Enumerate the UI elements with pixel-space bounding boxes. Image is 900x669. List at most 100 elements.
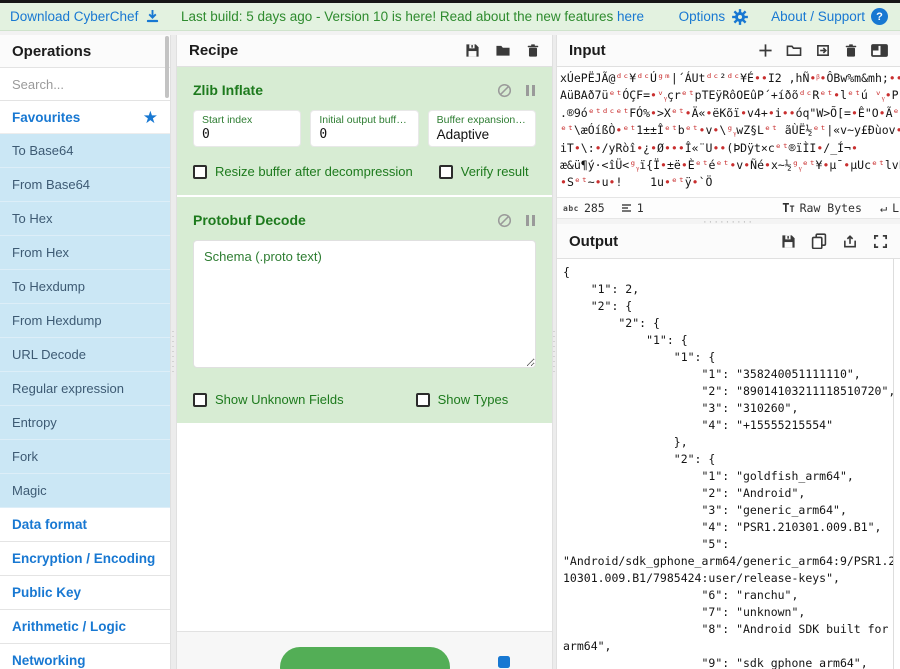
- clear-recipe-trash-icon[interactable]: [526, 43, 540, 58]
- open-folder-as-input-icon[interactable]: [815, 43, 831, 58]
- gear-icon[interactable]: [731, 8, 749, 26]
- schema-textarea[interactable]: [193, 240, 536, 368]
- char-count: 285: [584, 201, 605, 215]
- checkbox-resize-buffer[interactable]: Resize buffer after decompression: [193, 164, 413, 179]
- operation-item-from-hexdump[interactable]: From Hexdump: [0, 304, 170, 338]
- operation-item-to-hexdump[interactable]: To Hexdump: [0, 270, 170, 304]
- output-panel-header: Output: [557, 224, 900, 259]
- build-notice: Last build: 5 days ago - Version 10 is h…: [160, 9, 664, 24]
- line-count-icon: [621, 203, 632, 213]
- operation-item-magic[interactable]: Magic: [0, 474, 170, 508]
- character-encoding-value[interactable]: Raw Bytes: [800, 201, 862, 215]
- bake-button[interactable]: [280, 647, 450, 669]
- maximize-output-icon[interactable]: [873, 234, 888, 249]
- arg-label: Buffer expansion t...: [437, 114, 527, 126]
- output-title: Output: [569, 233, 781, 250]
- operation-item-to-hex[interactable]: To Hex: [0, 202, 170, 236]
- operation-item-entropy[interactable]: Entropy: [0, 406, 170, 440]
- operation-item-to-base64[interactable]: To Base64: [0, 134, 170, 168]
- about-support-link[interactable]: About / Support: [771, 9, 865, 24]
- arg-value[interactable]: 0: [319, 127, 409, 142]
- character-encoding-icon[interactable]: TT: [782, 201, 794, 215]
- arg-initial-output-buffer[interactable]: Initial output buffer... 0: [310, 110, 418, 147]
- operations-recipe-splitter[interactable]: ·········: [170, 35, 177, 669]
- checkbox-box[interactable]: [416, 393, 430, 407]
- arg-value[interactable]: Adaptive: [437, 127, 527, 142]
- disable-op-icon[interactable]: [497, 83, 512, 98]
- copy-output-icon[interactable]: [811, 233, 827, 249]
- input-line: æ&ü¶ý·<îÜ<ᵍᵧï{Ï•±ë•Èᵉᵗéᵉᵗ•v•Ñé•x~½ᵍᵧᵉᵗ¥•…: [560, 157, 900, 174]
- output-area[interactable]: { "1": 2, "2": { "2": { "1": { "1": { "1…: [557, 259, 900, 669]
- checkbox-verify-result[interactable]: Verify result: [439, 164, 529, 179]
- recipe-title: Recipe: [189, 42, 465, 59]
- category-encryption-encoding[interactable]: Encryption / Encoding: [0, 542, 170, 576]
- auto-bake-checkbox[interactable]: [498, 656, 510, 668]
- input-line: •Sᵉᵗ~•u•! 1u•ᵉᵗÿ•`Ö: [560, 174, 900, 191]
- line-count: 1: [637, 201, 644, 215]
- load-recipe-folder-icon[interactable]: [495, 43, 511, 58]
- favourites-header[interactable]: Favourites ★: [0, 101, 170, 134]
- checkbox-box[interactable]: [439, 165, 453, 179]
- input-editor[interactable]: xÚePËJÃ@ᵈᶜ¥ᵈᶜÚᵍᵐ|´ÁUtᵈᶜ²ᵈᶜ¥É••I2 ‚hÑ•ᵝ•Ô…: [557, 67, 900, 197]
- char-count-icon: abc: [563, 204, 579, 213]
- build-notice-text: Last build: 5 days ago - Version 10 is h…: [181, 9, 613, 24]
- eol-icon[interactable]: ↵: [880, 201, 887, 215]
- star-icon[interactable]: ★: [143, 109, 158, 126]
- search-input[interactable]: [0, 77, 170, 92]
- save-output-icon[interactable]: [781, 234, 796, 249]
- save-recipe-icon[interactable]: [465, 43, 480, 58]
- category-public-key[interactable]: Public Key: [0, 576, 170, 610]
- input-line: ᵉᵗ\æÓíßÒ•ᵉᵗ1±±Îᵉᵗbᵉᵗ•v•\ᵍᵧwZ§Lᵉᵗ ãÙË½ᵉᵗ|…: [560, 122, 900, 139]
- checkbox-box[interactable]: [193, 165, 207, 179]
- operation-item-from-base64[interactable]: From Base64: [0, 168, 170, 202]
- breakpoint-pause-icon[interactable]: [525, 214, 536, 227]
- input-title: Input: [569, 42, 758, 59]
- download-cyberchef-link[interactable]: Download CyberChef: [10, 9, 138, 24]
- output-scrollbar[interactable]: [893, 259, 900, 669]
- operations-panel: Operations Favourites ★ To Base64 From B…: [0, 35, 170, 669]
- open-file-folder-icon[interactable]: [786, 43, 802, 58]
- operation-item-fork[interactable]: Fork: [0, 440, 170, 474]
- category-arithmetic-logic[interactable]: Arithmetic / Logic: [0, 610, 170, 644]
- checkbox-show-unknown-fields[interactable]: Show Unknown Fields: [193, 392, 344, 407]
- checkbox-label: Show Types: [438, 392, 509, 407]
- checkbox-box[interactable]: [193, 393, 207, 407]
- op-title-zlib-inflate: Zlib Inflate: [193, 82, 497, 98]
- input-line: .®9óᵉᵗᵈᶜᵉᵗFÓ%•>Xᵉᵗ•Ä«•ëKõï•v4+•i••óq"W>Õ…: [560, 105, 900, 122]
- recipe-empty-area: [177, 425, 552, 631]
- sidebar-scrollbar[interactable]: [165, 36, 169, 98]
- input-line: xÚePËJÃ@ᵈᶜ¥ᵈᶜÚᵍᵐ|´ÁUtᵈᶜ²ᵈᶜ¥É••I2 ‚hÑ•ᵝ•Ô…: [560, 70, 900, 87]
- help-icon[interactable]: ?: [871, 8, 888, 25]
- operation-item-url-decode[interactable]: URL Decode: [0, 338, 170, 372]
- favourites-label: Favourites: [12, 110, 143, 125]
- input-panel-header: Input: [557, 35, 900, 67]
- options-link[interactable]: Options: [679, 9, 726, 24]
- checkbox-label: Verify result: [461, 164, 529, 179]
- arg-value[interactable]: 0: [202, 127, 292, 142]
- splitter-dots: ·········: [169, 330, 179, 375]
- input-layout-icon[interactable]: [871, 43, 888, 58]
- checkbox-label: Show Unknown Fields: [215, 392, 344, 407]
- recipe-panel: Recipe Zlib Inflate: [177, 35, 552, 669]
- clear-io-trash-icon[interactable]: [844, 43, 858, 58]
- breakpoint-pause-icon[interactable]: [525, 84, 536, 97]
- input-status-bar: abc 285 1 TT Raw Bytes ↵ LF: [557, 197, 900, 218]
- replace-input-with-output-icon[interactable]: [842, 234, 858, 249]
- add-input-tab-icon[interactable]: [758, 43, 773, 58]
- download-icon[interactable]: [145, 9, 160, 24]
- checkbox-show-types[interactable]: Show Types: [416, 392, 509, 407]
- arg-buffer-expansion-select[interactable]: Buffer expansion t... Adaptive: [428, 110, 536, 147]
- category-networking[interactable]: Networking: [0, 644, 170, 669]
- operation-item-regular-expression[interactable]: Regular expression: [0, 372, 170, 406]
- disable-op-icon[interactable]: [497, 213, 512, 228]
- operation-item-from-hex[interactable]: From Hex: [0, 236, 170, 270]
- arg-label: Start index: [202, 114, 292, 126]
- output-json-text: { "1": 2, "2": { "2": { "1": { "1": { "1…: [557, 259, 900, 669]
- new-features-link[interactable]: here: [617, 9, 644, 24]
- recipe-op-protobuf-decode[interactable]: Protobuf Decode Show Unknown Fiel: [177, 197, 552, 423]
- arg-start-index[interactable]: Start index 0: [193, 110, 301, 147]
- recipe-op-zlib-inflate[interactable]: Zlib Inflate Start index 0: [177, 67, 552, 195]
- arg-label: Initial output buffer...: [319, 114, 409, 126]
- eol-value[interactable]: LF: [892, 201, 900, 215]
- category-data-format[interactable]: Data format: [0, 508, 170, 542]
